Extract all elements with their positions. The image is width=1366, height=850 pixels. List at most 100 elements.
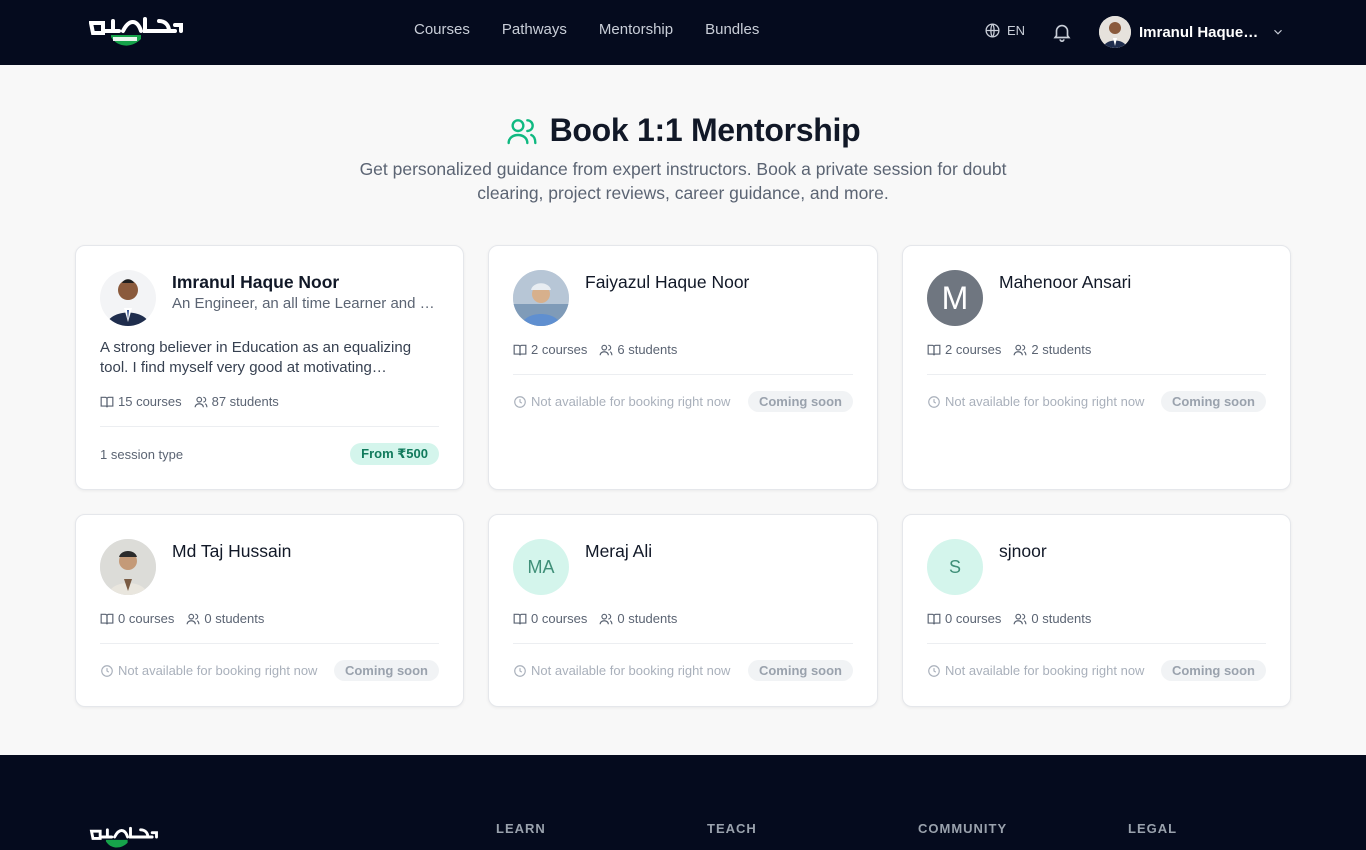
availability-note: Not available for booking right now: [513, 394, 730, 409]
session-types: 1 session type: [100, 446, 184, 462]
mentor-stats: 0 courses 0 students: [513, 611, 677, 626]
footer-heading-teach: TEACH: [707, 821, 757, 836]
language-switcher[interactable]: EN: [984, 22, 1025, 39]
book-icon: [100, 396, 114, 407]
card-footer: Not available for booking right now Comi…: [927, 660, 1266, 681]
avatar-initials: MA: [527, 556, 555, 577]
users-icon: [599, 613, 613, 624]
user-avatar: [1099, 16, 1131, 48]
clock-icon: [101, 664, 113, 677]
mentor-stats: 2 courses 2 students: [927, 342, 1091, 357]
main-nav: Courses Pathways Mentorship Bundles: [414, 21, 759, 38]
footer-heading-learn: LEARN: [496, 821, 546, 836]
page-subtitle: Get personalized guidance from expert in…: [359, 159, 1007, 203]
courses-count: 0 courses: [927, 611, 1001, 626]
book-icon: [100, 613, 114, 624]
courses-count: 2 courses: [513, 342, 587, 357]
book-icon: [513, 344, 527, 355]
status-badge: Coming soon: [1160, 660, 1266, 681]
page-heading: Book 1:1 Mentorship: [0, 112, 1366, 149]
students-count: 6 students: [599, 342, 677, 357]
mentor-avatar: [100, 539, 156, 595]
mentor-avatar: S: [927, 539, 983, 595]
mentor-avatar: [100, 270, 156, 326]
users-icon: [1013, 344, 1027, 355]
clock-icon: [514, 395, 526, 408]
mentor-name[interactable]: sjnoor: [999, 541, 1047, 562]
nav-pathways[interactable]: Pathways: [502, 21, 567, 38]
card-divider: [100, 643, 439, 644]
availability-note: Not available for booking right now: [927, 394, 1144, 409]
avatar-initials: M: [941, 279, 969, 316]
book-icon: [927, 344, 941, 355]
madrasa-logo[interactable]: [89, 15, 183, 51]
card-divider: [513, 374, 853, 375]
mentor-name[interactable]: Imranul Haque Noor: [172, 272, 339, 293]
top-navbar: Courses Pathways Mentorship Bundles EN I…: [0, 0, 1366, 65]
site-footer: LEARN TEACH COMMUNITY LEGAL: [0, 755, 1366, 850]
card-footer: Not available for booking right now Comi…: [513, 660, 853, 681]
user-name: Imranul Haque Noor: [1139, 23, 1261, 41]
users-icon: [599, 344, 613, 355]
mentor-stats: 0 courses 0 students: [100, 611, 264, 626]
students-count: 0 students: [186, 611, 264, 626]
courses-count: 15 courses: [100, 394, 182, 409]
card-footer: 1 session type From ₹500: [100, 443, 439, 465]
availability-note: Not available for booking right now: [100, 663, 317, 678]
card-divider: [513, 643, 853, 644]
card-footer: Not available for booking right now Comi…: [100, 660, 439, 681]
users-icon: [1013, 613, 1027, 624]
mentor-avatar: MA: [513, 539, 569, 595]
clock-icon: [514, 664, 526, 677]
status-badge: Coming soon: [747, 660, 853, 681]
status-badge: Coming soon: [1160, 391, 1266, 412]
book-icon: [927, 613, 941, 624]
nav-bundles[interactable]: Bundles: [705, 21, 759, 38]
bell-icon[interactable]: [1051, 20, 1073, 44]
chevron-down-icon: [1274, 29, 1282, 35]
courses-count: 0 courses: [513, 611, 587, 626]
users-icon: [194, 396, 208, 407]
card-divider: [100, 426, 439, 427]
footer-logo[interactable]: [86, 824, 162, 850]
mentor-card[interactable]: Md Taj Hussain 0 courses 0 students Not …: [75, 514, 464, 707]
students-count: 2 students: [1013, 342, 1091, 357]
page-title: Book 1:1 Mentorship: [549, 112, 861, 148]
price-badge[interactable]: From ₹500: [350, 443, 439, 465]
mentor-stats: 15 courses 87 students: [100, 394, 279, 409]
status-badge: Coming soon: [747, 391, 853, 412]
mentor-card[interactable]: Imranul Haque Noor An Engineer, an all t…: [75, 245, 464, 490]
mentor-name[interactable]: Md Taj Hussain: [172, 541, 291, 562]
status-badge: Coming soon: [333, 660, 439, 681]
users-icon: [507, 118, 537, 144]
courses-count: 2 courses: [927, 342, 1001, 357]
students-count: 87 students: [194, 394, 279, 409]
users-icon: [186, 613, 200, 624]
mentor-stats: 0 courses 0 students: [927, 611, 1091, 626]
mentor-name[interactable]: Faiyazul Haque Noor: [585, 272, 749, 293]
mentor-name[interactable]: Meraj Ali: [585, 541, 652, 562]
mentor-name[interactable]: Mahenoor Ansari: [999, 272, 1131, 293]
user-menu[interactable]: Imranul Haque Noor: [1099, 16, 1285, 48]
availability-note: Not available for booking right now: [927, 663, 1144, 678]
card-footer: Not available for booking right now Comi…: [927, 391, 1266, 412]
nav-mentorship[interactable]: Mentorship: [599, 21, 673, 38]
mentor-stats: 2 courses 6 students: [513, 342, 677, 357]
mentor-card[interactable]: MA Meraj Ali 0 courses 0 students Not av…: [488, 514, 878, 707]
courses-count: 0 courses: [100, 611, 174, 626]
students-count: 0 students: [599, 611, 677, 626]
mentor-card[interactable]: Faiyazul Haque Noor 2 courses 6 students…: [488, 245, 878, 490]
card-footer: Not available for booking right now Comi…: [513, 391, 853, 412]
mentor-avatar: [513, 270, 569, 326]
mentor-card[interactable]: M Mahenoor Ansari 2 courses 2 students N…: [902, 245, 1291, 490]
globe-icon: [985, 23, 1000, 38]
nav-courses[interactable]: Courses: [414, 21, 470, 38]
language-label: EN: [1007, 23, 1026, 38]
mentor-card[interactable]: S sjnoor 0 courses 0 students Not availa…: [902, 514, 1291, 707]
card-divider: [927, 643, 1266, 644]
availability-note: Not available for booking right now: [513, 663, 730, 678]
clock-icon: [928, 395, 940, 408]
mentor-tagline: An Engineer, an all time Learner and a T…: [172, 295, 438, 312]
book-icon: [513, 613, 527, 624]
footer-heading-legal: LEGAL: [1128, 821, 1178, 836]
